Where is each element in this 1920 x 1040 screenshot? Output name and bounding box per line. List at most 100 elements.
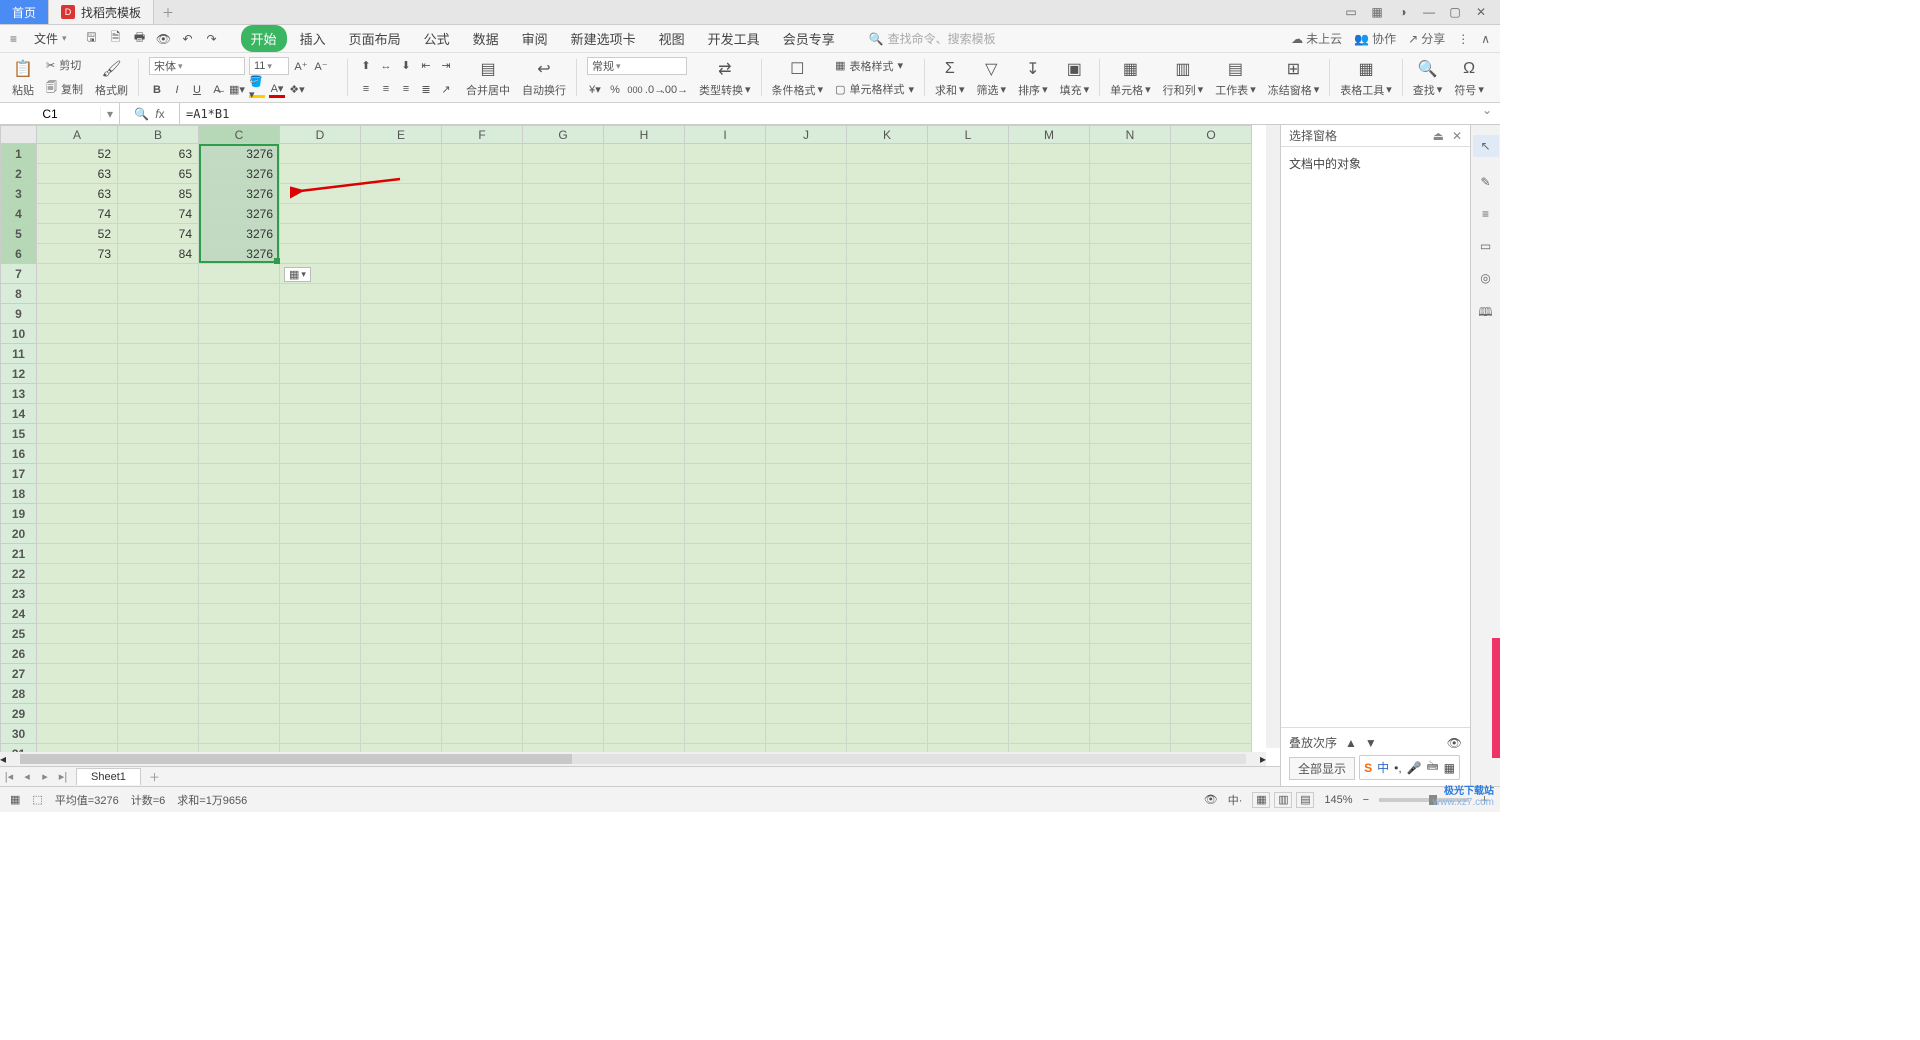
cell[interactable] (1009, 264, 1090, 284)
cell[interactable] (442, 244, 523, 264)
cell[interactable] (1090, 704, 1171, 724)
cell[interactable] (928, 504, 1009, 524)
cell[interactable] (199, 464, 280, 484)
cell[interactable] (37, 364, 118, 384)
cell[interactable] (1090, 484, 1171, 504)
cell[interactable] (37, 484, 118, 504)
cell[interactable] (361, 564, 442, 584)
cell[interactable] (685, 684, 766, 704)
cell[interactable] (442, 384, 523, 404)
row-header[interactable]: 30 (1, 724, 37, 744)
size-combo[interactable]: 11▾ (249, 57, 289, 75)
cell[interactable]: 3276 (199, 244, 280, 264)
chevron-icon[interactable]: ∧ (1481, 32, 1490, 46)
row-header[interactable]: 28 (1, 684, 37, 704)
view-break-icon[interactable]: ▤ (1296, 792, 1314, 808)
cell[interactable] (118, 304, 199, 324)
row-header[interactable]: 15 (1, 424, 37, 444)
cond-format-button[interactable]: ☐条件格式▾ (766, 53, 830, 102)
table-tool-button[interactable]: ▦表格工具▾ (1334, 53, 1398, 102)
cell[interactable] (847, 404, 928, 424)
cell[interactable] (37, 304, 118, 324)
cell[interactable] (280, 684, 361, 704)
cell[interactable] (37, 504, 118, 524)
cell[interactable] (766, 504, 847, 524)
cell[interactable] (118, 444, 199, 464)
cell[interactable] (1171, 304, 1252, 324)
send-backward-icon[interactable]: ▼ (1365, 736, 1377, 750)
cell[interactable] (1171, 724, 1252, 744)
cell[interactable] (928, 384, 1009, 404)
cell[interactable] (118, 644, 199, 664)
cell[interactable] (118, 604, 199, 624)
cell[interactable] (523, 284, 604, 304)
row-header[interactable]: 14 (1, 404, 37, 424)
cell[interactable] (280, 604, 361, 624)
cell[interactable] (1171, 504, 1252, 524)
cell[interactable] (928, 704, 1009, 724)
cell[interactable] (1171, 704, 1252, 724)
ribbon-tab[interactable]: 页面布局 (339, 25, 411, 52)
cell[interactable] (361, 344, 442, 364)
cell[interactable] (280, 584, 361, 604)
ribbon-tab[interactable]: 数据 (463, 25, 509, 52)
bold-icon[interactable]: B (149, 82, 165, 98)
cell[interactable] (928, 684, 1009, 704)
row-header[interactable]: 7 (1, 264, 37, 284)
hscroll-left-icon[interactable]: ◂ (0, 752, 6, 766)
cell[interactable] (1171, 464, 1252, 484)
cell[interactable] (685, 404, 766, 424)
cell[interactable] (442, 544, 523, 564)
cell[interactable] (1171, 424, 1252, 444)
cell[interactable] (442, 324, 523, 344)
cell[interactable] (37, 524, 118, 544)
cell[interactable] (199, 604, 280, 624)
cell[interactable] (1090, 184, 1171, 204)
cell[interactable] (118, 664, 199, 684)
cell[interactable] (1009, 644, 1090, 664)
cell[interactable] (523, 424, 604, 444)
cell[interactable] (604, 264, 685, 284)
cell[interactable] (199, 584, 280, 604)
eye-icon[interactable]: 👁 (1447, 736, 1462, 750)
cell[interactable] (118, 524, 199, 544)
cell[interactable] (685, 184, 766, 204)
tab-prev-icon[interactable]: ◂ (18, 770, 36, 783)
cell[interactable] (847, 364, 928, 384)
col-header[interactable]: N (1090, 126, 1171, 144)
cell[interactable] (1009, 404, 1090, 424)
cell[interactable] (766, 524, 847, 544)
row-header[interactable]: 4 (1, 204, 37, 224)
cell[interactable] (685, 384, 766, 404)
cell[interactable] (847, 304, 928, 324)
cell[interactable] (1171, 444, 1252, 464)
cell[interactable] (1171, 184, 1252, 204)
cell[interactable] (847, 704, 928, 724)
tab-home[interactable]: 首页 (0, 0, 49, 24)
cell[interactable]: 63 (37, 164, 118, 184)
cell[interactable] (37, 544, 118, 564)
cell[interactable]: 73 (37, 244, 118, 264)
cell[interactable] (685, 624, 766, 644)
col-header[interactable]: G (523, 126, 604, 144)
save-icon[interactable]: 🖫 (83, 30, 101, 48)
status-check-icon[interactable]: ⬚ (32, 793, 42, 806)
filter-button[interactable]: ▽筛选▾ (971, 53, 1013, 102)
cell[interactable] (523, 164, 604, 184)
cell[interactable] (199, 544, 280, 564)
panel-pin-icon[interactable]: ⏏ (1433, 129, 1444, 143)
cell[interactable] (280, 364, 361, 384)
cell[interactable] (1090, 304, 1171, 324)
col-header[interactable]: L (928, 126, 1009, 144)
col-header[interactable]: O (1171, 126, 1252, 144)
cell[interactable] (1090, 684, 1171, 704)
cell[interactable] (685, 264, 766, 284)
cell[interactable] (928, 544, 1009, 564)
cell[interactable] (280, 344, 361, 364)
cell[interactable] (928, 464, 1009, 484)
cell[interactable] (1171, 384, 1252, 404)
cell[interactable] (1171, 244, 1252, 264)
cell[interactable] (847, 424, 928, 444)
cell[interactable] (199, 324, 280, 344)
cell[interactable] (442, 724, 523, 744)
